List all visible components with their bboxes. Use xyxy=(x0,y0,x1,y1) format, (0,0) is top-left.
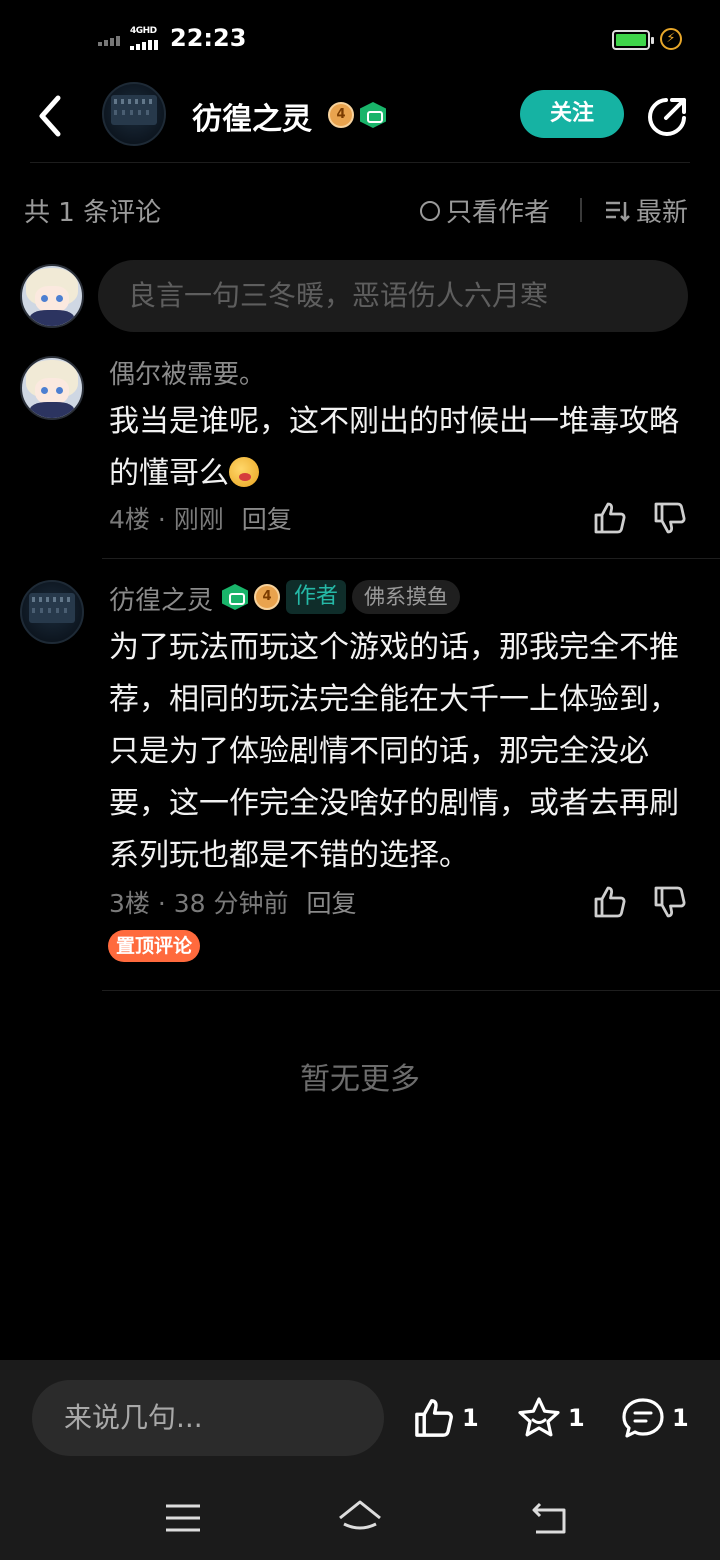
thumb-up-icon[interactable] xyxy=(592,884,628,920)
share-button[interactable] xyxy=(646,96,688,138)
header-divider xyxy=(30,162,690,163)
star-icon xyxy=(518,1397,560,1437)
follow-button[interactable]: 关注 xyxy=(520,90,624,138)
emoji-icon xyxy=(229,457,259,487)
title-tag: 佛系摸鱼 xyxy=(352,580,460,614)
system-nav-bar xyxy=(0,1470,720,1560)
radio-circle-icon xyxy=(420,200,440,221)
top-header: 彷徨之灵 4 关注 xyxy=(0,80,720,164)
bottom-comment-input[interactable]: 来说几句... xyxy=(32,1380,384,1456)
network-indicator: 4GHD xyxy=(130,26,162,50)
signal-strength-icon xyxy=(130,40,158,50)
level-badge-icon: 4 xyxy=(328,102,354,128)
back-icon xyxy=(39,95,61,137)
sort-icon xyxy=(606,201,630,222)
comment-floor: 4楼 xyxy=(109,505,150,534)
status-bar: 4GHD 22:23 ⚡ xyxy=(0,0,720,80)
thumb-up-icon[interactable] xyxy=(592,500,628,536)
comment-text: 我当是谁呢，这不刚出的时候出一堆毒攻略的懂哥么 xyxy=(109,404,679,491)
no-more-text: 暂无更多 xyxy=(300,1062,420,1097)
thumb-down-icon[interactable] xyxy=(652,884,688,920)
commenter-avatar[interactable] xyxy=(20,580,84,644)
battery-icon xyxy=(612,30,654,50)
comment-divider xyxy=(102,558,720,559)
comment-floor: 3楼 xyxy=(109,889,150,918)
reply-button[interactable]: 回复 xyxy=(306,889,356,918)
author-only-toggle[interactable]: 只看作者 xyxy=(420,192,550,229)
bottom-bar: 来说几句... 1 1 1 xyxy=(0,1360,720,1560)
comment-count-bottom: 1 xyxy=(672,1404,689,1432)
favorite-button[interactable]: 1 xyxy=(516,1396,585,1440)
author-tag: 作者 xyxy=(286,580,347,614)
sort-button[interactable]: 最新 xyxy=(604,192,688,229)
sort-label: 最新 xyxy=(636,198,689,228)
comment-divider xyxy=(102,990,720,991)
comment-meta: 4楼 · 刚刚 回复 xyxy=(109,505,292,534)
comment-input[interactable]: 良言一句三冬暖，恶语伤人六月寒 xyxy=(98,260,688,332)
my-avatar xyxy=(20,264,84,328)
gamer-badge-icon xyxy=(222,584,248,610)
favorite-count: 1 xyxy=(568,1404,585,1432)
thumb-down-icon[interactable] xyxy=(652,500,688,536)
network-label: 4GHD xyxy=(130,26,157,36)
share-icon xyxy=(648,98,686,136)
level-badge-icon: 4 xyxy=(254,584,280,610)
gamer-badge-icon xyxy=(360,102,386,128)
like-button[interactable]: 1 xyxy=(412,1396,479,1440)
comment-button[interactable]: 1 xyxy=(620,1396,689,1440)
comment-time: 38 分钟前 xyxy=(173,889,289,918)
comment-count: 共 1 条评论 xyxy=(24,198,162,228)
like-count: 1 xyxy=(462,1404,479,1432)
back-button[interactable] xyxy=(28,92,76,140)
author-name[interactable]: 彷徨之灵 xyxy=(192,94,312,138)
status-time: 22:23 xyxy=(170,24,247,52)
menu-icon[interactable] xyxy=(160,1498,208,1538)
author-only-label: 只看作者 xyxy=(446,198,551,228)
comment-meta: 3楼 · 38 分钟前 回复 xyxy=(109,889,357,918)
charging-icon: ⚡ xyxy=(660,28,682,50)
filter-separator xyxy=(580,198,582,222)
comment-text: 为了玩法而玩这个游戏的话，那我完全不推荐，相同的玩法完全能在大千一上体验到，只是… xyxy=(109,630,679,873)
comment-body: 我当是谁呢，这不刚出的时候出一堆毒攻略的懂哥么 xyxy=(109,396,689,500)
return-icon[interactable] xyxy=(526,1498,574,1538)
comment-time: 刚刚 xyxy=(173,505,224,534)
commenter-avatar[interactable] xyxy=(20,356,84,420)
comment-icon xyxy=(622,1398,664,1438)
pinned-badge: 置顶评论 xyxy=(108,930,201,962)
signal-icon xyxy=(98,36,120,46)
reply-button[interactable]: 回复 xyxy=(242,505,292,534)
commenter-name[interactable]: 彷徨之灵 xyxy=(109,580,213,617)
thumb-up-icon xyxy=(415,1399,453,1437)
commenter-name[interactable]: 偶尔被需要。 xyxy=(109,354,265,391)
author-avatar[interactable] xyxy=(102,82,166,146)
home-icon[interactable] xyxy=(336,1498,384,1538)
